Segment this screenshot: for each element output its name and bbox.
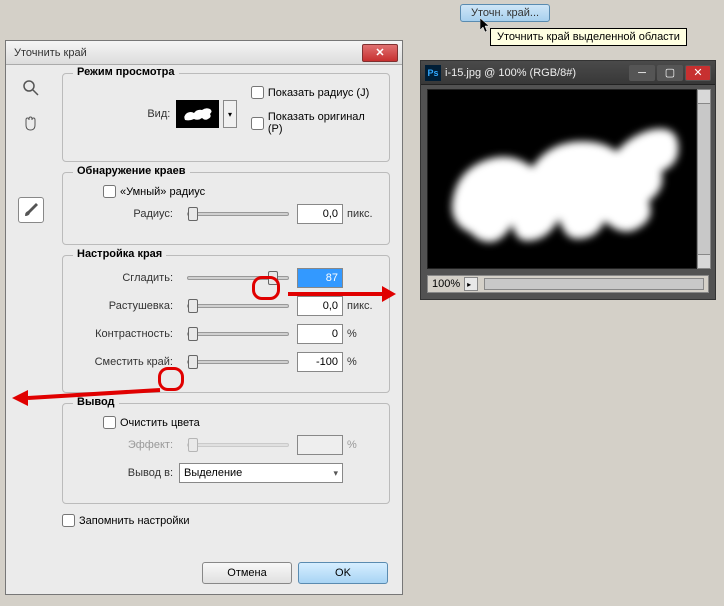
image-window: Ps i-15.jpg @ 100% (RGB/8#) ─ ▢ ✕ 100% ▸	[420, 60, 716, 300]
close-icon: ✕	[693, 66, 702, 79]
amount-slider	[187, 443, 289, 447]
smart-radius-label: «Умный» радиус	[120, 186, 205, 198]
remember-settings-checkbox[interactable]	[62, 514, 75, 527]
contrast-label: Контрастность:	[73, 328, 173, 340]
feather-slider-thumb[interactable]	[188, 299, 198, 313]
minimize-icon: ─	[638, 67, 646, 79]
photoshop-icon: Ps	[425, 65, 441, 81]
brush-icon	[22, 201, 40, 219]
chevron-right-icon: ▸	[465, 280, 471, 289]
smooth-label: Сгладить:	[73, 272, 173, 284]
contrast-input[interactable]	[297, 324, 343, 344]
shift-edge-slider[interactable]	[187, 360, 289, 364]
decontaminate-label: Очистить цвета	[120, 417, 200, 429]
cancel-button[interactable]: Отмена	[202, 562, 292, 584]
radius-label: Радиус:	[73, 208, 173, 220]
output-to-select[interactable]: Выделение ▾	[179, 463, 343, 483]
refine-edge-toolbar-button[interactable]: Уточн. край...	[460, 4, 550, 22]
adjust-edge-group: Настройка края Сгладить: Растушевка: пик…	[62, 255, 390, 393]
annotation-arrow-left	[12, 388, 162, 408]
dialog-close-button[interactable]: ✕	[362, 44, 398, 62]
shift-edge-slider-thumb[interactable]	[188, 355, 198, 369]
amount-slider-thumb	[188, 438, 198, 452]
zoom-tool-button[interactable]	[18, 75, 44, 101]
shift-edge-unit: %	[347, 356, 379, 368]
minimize-button[interactable]: ─	[629, 65, 655, 81]
remember-settings-label: Запомнить настройки	[79, 515, 190, 527]
dialog-titlebar[interactable]: Уточнить край ✕	[6, 41, 402, 65]
amount-label: Эффект:	[73, 439, 173, 451]
ok-label: OK	[335, 567, 351, 579]
feather-slider[interactable]	[187, 304, 289, 308]
chevron-down-icon: ▾	[228, 110, 232, 119]
show-radius-label: Показать радиус (J)	[268, 87, 369, 99]
amount-input	[297, 435, 343, 455]
selection-preview	[428, 90, 696, 269]
image-statusbar: 100% ▸	[427, 275, 709, 293]
magnifier-icon	[22, 79, 40, 97]
view-mode-dropdown-button[interactable]: ▾	[223, 100, 237, 128]
decontaminate-checkbox[interactable]	[103, 416, 116, 429]
show-original-label: Показать оригинал (P)	[268, 111, 379, 135]
edge-detection-group: Обнаружение краев «Умный» радиус Радиус:…	[62, 172, 390, 245]
vertical-scrollbar[interactable]	[697, 89, 711, 269]
refine-radius-tool-button[interactable]	[18, 197, 44, 223]
annotation-circle	[252, 276, 280, 300]
radius-unit: пикс.	[347, 208, 379, 220]
show-radius-checkbox[interactable]	[251, 86, 264, 99]
radius-slider-thumb[interactable]	[188, 207, 198, 221]
scroll-up-icon[interactable]	[698, 90, 710, 104]
output-group: Вывод Очистить цвета Эффект: % Вывод в: …	[62, 403, 390, 504]
image-window-titlebar[interactable]: Ps i-15.jpg @ 100% (RGB/8#) ─ ▢ ✕	[421, 61, 715, 85]
close-button[interactable]: ✕	[685, 65, 711, 81]
maximize-button[interactable]: ▢	[657, 65, 683, 81]
adjust-edge-title: Настройка края	[73, 248, 166, 260]
hand-tool-button[interactable]	[18, 111, 44, 137]
radius-slider[interactable]	[187, 212, 289, 216]
doc-info-button[interactable]: ▸	[464, 277, 478, 291]
cursor-icon	[480, 18, 492, 34]
zoom-level[interactable]: 100%	[432, 278, 460, 290]
edge-detection-title: Обнаружение краев	[73, 165, 190, 177]
horizontal-scrollbar[interactable]	[484, 278, 704, 290]
output-to-label: Вывод в:	[73, 467, 173, 479]
view-mode-swatch[interactable]	[176, 100, 219, 128]
show-original-checkbox[interactable]	[251, 117, 264, 130]
cancel-label: Отмена	[227, 567, 266, 579]
annotation-arrow-right	[286, 284, 396, 310]
hand-icon	[22, 115, 40, 133]
view-mode-title: Режим просмотра	[73, 66, 179, 78]
maximize-icon: ▢	[665, 66, 675, 79]
feather-label: Растушевка:	[73, 300, 173, 312]
image-window-title: i-15.jpg @ 100% (RGB/8#)	[445, 67, 629, 79]
canvas[interactable]	[427, 89, 697, 269]
shift-edge-input[interactable]	[297, 352, 343, 372]
chevron-down-icon: ▾	[333, 468, 338, 479]
close-icon: ✕	[375, 46, 384, 59]
contrast-slider-thumb[interactable]	[188, 327, 198, 341]
scroll-down-icon[interactable]	[698, 254, 710, 268]
silhouette-icon	[180, 104, 216, 124]
contrast-unit: %	[347, 328, 379, 340]
view-label: Вид:	[73, 108, 170, 120]
contrast-slider[interactable]	[187, 332, 289, 336]
amount-unit: %	[347, 439, 379, 451]
shift-edge-label: Сместить край:	[73, 356, 173, 368]
radius-input[interactable]	[297, 204, 343, 224]
tooltip: Уточнить край выделенной области	[490, 28, 687, 46]
refine-edge-dialog: Уточнить край ✕ Режим просмотра Вид:	[5, 40, 403, 595]
output-to-value: Выделение	[184, 467, 242, 479]
smart-radius-checkbox[interactable]	[103, 185, 116, 198]
ok-button[interactable]: OK	[298, 562, 388, 584]
dialog-title: Уточнить край	[14, 47, 362, 59]
view-mode-group: Режим просмотра Вид: ▾ Показать радиус (…	[62, 73, 390, 162]
